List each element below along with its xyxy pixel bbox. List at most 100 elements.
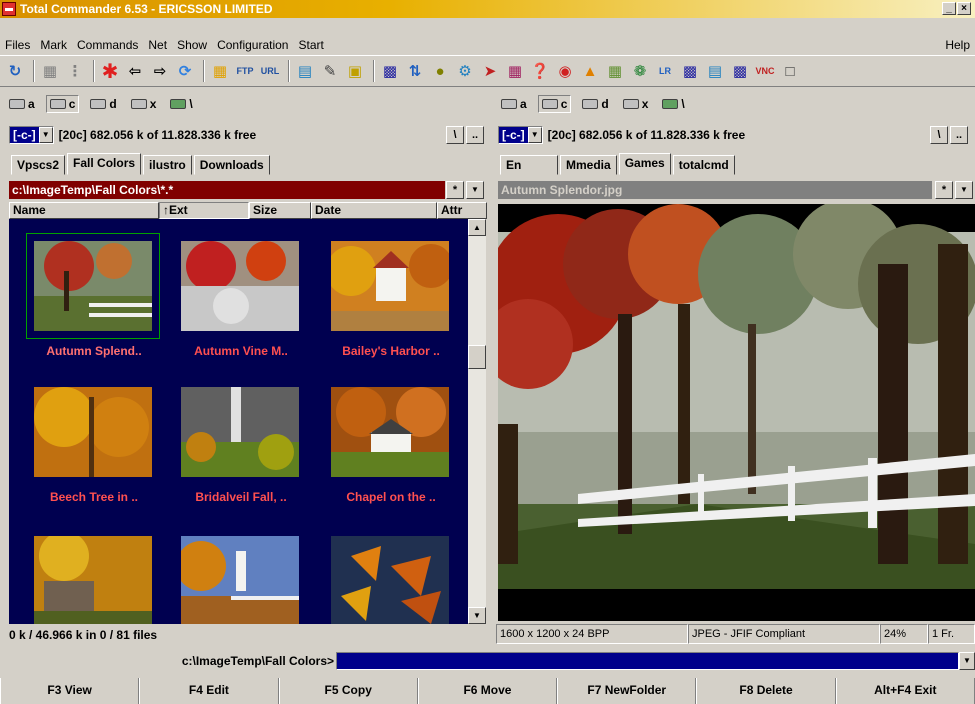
column-size[interactable]: Size [249,202,311,219]
image-icon[interactable]: ▣ [344,60,366,82]
f8-delete-button[interactable]: F8 Delete [696,678,836,704]
thumbnail-item[interactable] [171,536,311,624]
full-view-icon[interactable]: ⋮ [64,60,86,82]
thumbnail-item[interactable]: Bridalveil Fall, .. [171,387,311,504]
brief-view-icon[interactable]: ▦ [39,60,61,82]
chevron-down-icon[interactable]: ▼ [959,652,975,670]
image-viewer[interactable] [498,204,975,621]
alt-f4-exit-button[interactable]: Alt+F4 Exit [835,678,975,704]
stop-icon[interactable]: ◉ [554,60,576,82]
menu-mark[interactable]: Mark [35,38,72,52]
f4-edit-button[interactable]: F4 Edit [139,678,279,704]
drive-c-button[interactable]: c [45,95,80,113]
command-input[interactable] [336,652,959,670]
root-button[interactable]: \ [930,126,948,144]
left-scrollbar[interactable]: ▲ ▼ [468,219,486,624]
app-icon[interactable] [2,2,16,16]
f5-copy-button[interactable]: F5 Copy [278,678,418,704]
tab-fall-colors[interactable]: Fall Colors [67,153,142,175]
thumbnail-item[interactable]: Beech Tree in .. [24,387,164,504]
edit-icon[interactable]: ✎ [319,60,341,82]
tab-games[interactable]: Games [618,153,671,175]
thumbnail-item[interactable]: Bailey's Harbor .. [321,241,461,358]
menu-commands[interactable]: Commands [72,38,143,52]
thumbnail-item[interactable]: Autumn Splend.. [24,233,164,358]
left-drive-select[interactable]: [-c-] ▼ [9,126,54,144]
root-button[interactable]: \ [446,126,464,144]
history-button[interactable]: * [935,181,953,199]
search-icon[interactable]: ● [429,60,451,82]
column-attr[interactable]: Attr [437,202,487,219]
right-drive-select[interactable]: [-c-] ▼ [498,126,543,144]
drive-c-button[interactable]: c [537,95,572,113]
up-button[interactable]: .. [466,126,484,144]
thumbnail-caption: Chapel on the .. [346,490,436,504]
grid-icon[interactable]: ▦ [504,60,526,82]
column-ext[interactable]: ↑Ext [159,202,249,219]
menu-files[interactable]: Files [0,38,35,52]
f3-view-button[interactable]: F3 View [0,678,140,704]
menu-show[interactable]: Show [172,38,212,52]
book-icon[interactable]: ▤ [294,60,316,82]
pack-icon[interactable]: ▦ [209,60,231,82]
up-button[interactable]: .. [950,126,968,144]
scroll-thumb[interactable] [468,345,486,369]
menu-start[interactable]: Start [293,38,328,52]
drive-d-button[interactable]: d [579,96,611,112]
new-file-icon[interactable]: □ [779,60,801,82]
help-icon[interactable]: ❓ [529,60,551,82]
column-name[interactable]: Name [9,202,159,219]
tab-en[interactable]: En [500,155,558,175]
menu-configuration[interactable]: Configuration [212,38,293,52]
lr-icon[interactable]: LR [654,60,676,82]
drive-d-button[interactable]: d [87,96,119,112]
thumbnail-item[interactable]: Autumn Vine M.. [171,241,311,358]
minimize-button[interactable]: _ [942,2,956,15]
forward-arrow-icon[interactable]: ⇨ [149,60,171,82]
chevron-down-icon[interactable]: ▼ [955,181,973,199]
scroll-up-button[interactable]: ▲ [468,219,486,236]
send-icon[interactable]: ➤ [479,60,501,82]
scroll-down-button[interactable]: ▼ [468,607,486,624]
back-arrow-icon[interactable]: ⇦ [124,60,146,82]
ftp-icon[interactable]: FTP [234,60,256,82]
menu-help[interactable]: Help [940,38,975,52]
drive-x-button[interactable]: x [128,96,160,112]
select-all-icon[interactable]: ✱ [99,60,121,83]
drive-a-button[interactable]: a [6,96,38,112]
vnc-icon[interactable]: VNC [754,60,776,82]
reload-icon[interactable]: ⟳ [174,60,196,82]
chevron-down-icon[interactable]: ▼ [38,127,53,143]
menu-net[interactable]: Net [143,38,172,52]
dos-icon[interactable]: ▩ [679,60,701,82]
notebook-icon[interactable]: ▤ [704,60,726,82]
chart-icon[interactable]: ▦ [604,60,626,82]
column-date[interactable]: Date [311,202,437,219]
save-icon[interactable]: ▩ [379,60,401,82]
tab-downloads[interactable]: Downloads [193,155,270,175]
paint-icon[interactable]: ▲ [579,60,601,82]
history-button[interactable]: * [446,181,464,199]
thumbnail-item[interactable] [24,531,164,624]
tab-ilustro[interactable]: ilustro [143,155,192,175]
f6-move-button[interactable]: F6 Move [417,678,558,704]
dos2-icon[interactable]: ▩ [729,60,751,82]
thumbnail-item[interactable] [321,536,461,624]
network-root-button[interactable]: \ [167,96,195,112]
thumbnail-item[interactable]: Chapel on the .. [321,387,461,504]
drive-x-button[interactable]: x [620,96,652,112]
tab-mmedia[interactable]: Mmedia [560,155,617,175]
refresh-icon[interactable]: ↻ [4,60,26,82]
url-icon[interactable]: URL [259,60,281,82]
tab-totalcmd[interactable]: totalcmd [672,155,735,175]
chevron-down-icon[interactable]: ▼ [527,127,542,143]
f7-newfolder-button[interactable]: F7 NewFolder [557,678,697,704]
close-button[interactable]: × [957,2,971,15]
network-root-button[interactable]: \ [659,96,687,112]
tab-vpscs2[interactable]: Vpscs2 [11,155,66,175]
network-icon[interactable]: ❁ [629,60,651,82]
sync-icon[interactable]: ⇅ [404,60,426,82]
chevron-down-icon[interactable]: ▼ [466,181,484,199]
drive-a-button[interactable]: a [498,96,530,112]
compare-icon[interactable]: ⚙ [454,60,476,82]
